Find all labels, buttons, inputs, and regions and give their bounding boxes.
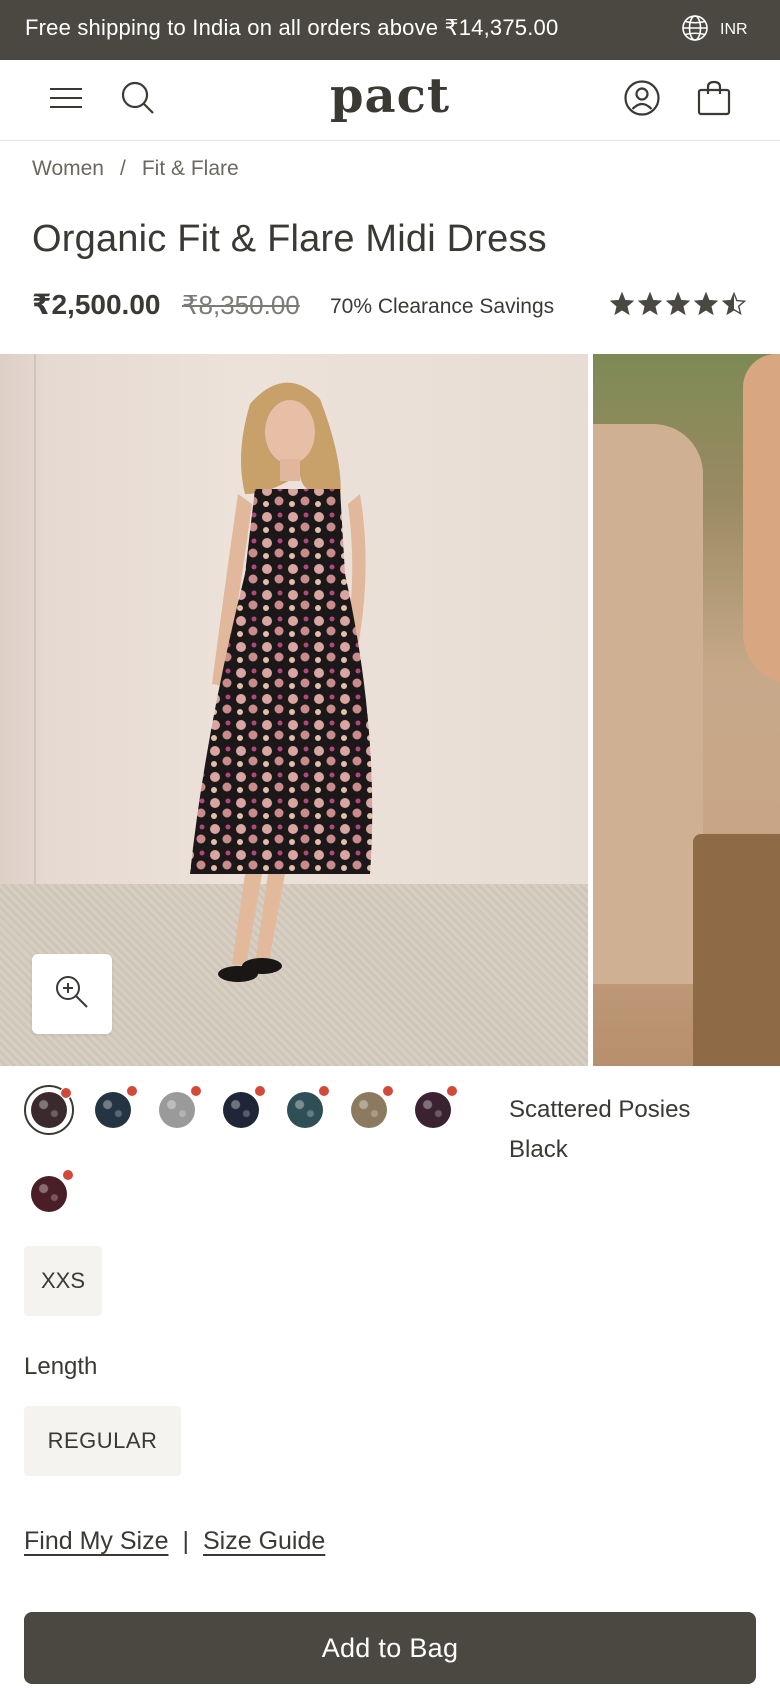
wooden-chair <box>693 834 780 1066</box>
color-swatch[interactable] <box>88 1085 138 1135</box>
star-full-icon <box>666 292 690 316</box>
breadcrumb-separator: / <box>119 157 126 180</box>
menu-icon <box>49 85 83 116</box>
free-shipping-banner: Free shipping to India on all orders abo… <box>25 15 559 40</box>
menu-button[interactable] <box>44 78 88 122</box>
star-full-icon <box>610 292 634 316</box>
model-arm <box>743 354 780 684</box>
swatch-chip <box>415 1092 451 1128</box>
color-swatch[interactable] <box>216 1085 266 1135</box>
product-image-secondary[interactable] <box>593 354 780 1066</box>
product-image-main[interactable] <box>0 354 588 1066</box>
breadcrumb-women[interactable]: Women <box>32 157 104 181</box>
availability-dot <box>190 1085 202 1097</box>
swatch-chip <box>223 1092 259 1128</box>
availability-dot <box>254 1085 266 1097</box>
search-button[interactable] <box>116 78 160 122</box>
color-swatch[interactable] <box>152 1085 202 1135</box>
find-my-size-link[interactable]: Find My Size <box>24 1527 168 1556</box>
color-swatch[interactable] <box>24 1085 74 1135</box>
color-swatch[interactable] <box>24 1169 74 1219</box>
selected-color-name: Scattered Posies Black <box>509 1096 691 1163</box>
add-to-bag-button[interactable]: Add to Bag <box>24 1612 756 1684</box>
zoom-in-icon <box>54 974 90 1015</box>
account-button[interactable] <box>620 78 664 122</box>
product-title: Organic Fit & Flare Midi Dress <box>32 218 547 260</box>
size-links: Find My Size | Size Guide <box>24 1527 325 1556</box>
pact-logo[interactable]: pact <box>300 68 480 124</box>
currency-label: INR <box>720 21 748 38</box>
color-swatch[interactable] <box>408 1085 458 1135</box>
availability-dot <box>62 1169 74 1181</box>
promo-bar: Free shipping to India on all orders abo… <box>0 0 780 60</box>
star-full-icon <box>638 292 662 316</box>
availability-dot <box>382 1085 394 1097</box>
star-half-icon <box>722 292 746 316</box>
price-row: ₹2,500.00 ₹8,350.00 70% Clearance Saving… <box>32 288 752 328</box>
color-swatches <box>24 1085 464 1212</box>
color-swatch[interactable] <box>280 1085 330 1135</box>
rating-stars[interactable] <box>610 292 746 316</box>
swatch-chip <box>159 1092 195 1128</box>
swatch-chip <box>31 1176 67 1212</box>
bag-button[interactable] <box>692 78 736 122</box>
breadcrumb-fit-flare[interactable]: Fit & Flare <box>142 157 239 181</box>
swatch-chip <box>95 1092 131 1128</box>
size-links-separator: | <box>182 1527 189 1555</box>
swatch-chip <box>287 1092 323 1128</box>
length-label: Length <box>24 1353 98 1380</box>
swatch-chip <box>351 1092 387 1128</box>
account-icon <box>623 79 661 122</box>
plaster-wall <box>593 424 703 984</box>
shopping-bag-icon <box>697 80 731 121</box>
availability-dot <box>318 1085 330 1097</box>
breadcrumb: Women / Fit & Flare <box>32 157 239 181</box>
product-gallery[interactable] <box>0 354 780 1066</box>
length-option-regular[interactable]: REGULAR <box>24 1406 181 1476</box>
size-option-xxs[interactable]: XXS <box>24 1246 102 1316</box>
size-guide-link[interactable]: Size Guide <box>203 1527 325 1556</box>
availability-dot <box>446 1085 458 1097</box>
globe-icon <box>680 13 710 48</box>
sale-price: ₹2,500.00 <box>32 289 161 320</box>
site-header: pact <box>0 60 780 141</box>
availability-dot <box>126 1085 138 1097</box>
savings-label: 70% Clearance Savings <box>330 295 555 318</box>
color-swatch[interactable] <box>344 1085 394 1135</box>
search-icon <box>120 80 156 121</box>
currency-selector[interactable]: INR <box>680 10 748 50</box>
zoom-button[interactable] <box>32 954 112 1034</box>
availability-dot <box>60 1087 72 1099</box>
star-full-icon <box>694 292 718 316</box>
original-price: ₹8,350.00 <box>182 290 300 320</box>
